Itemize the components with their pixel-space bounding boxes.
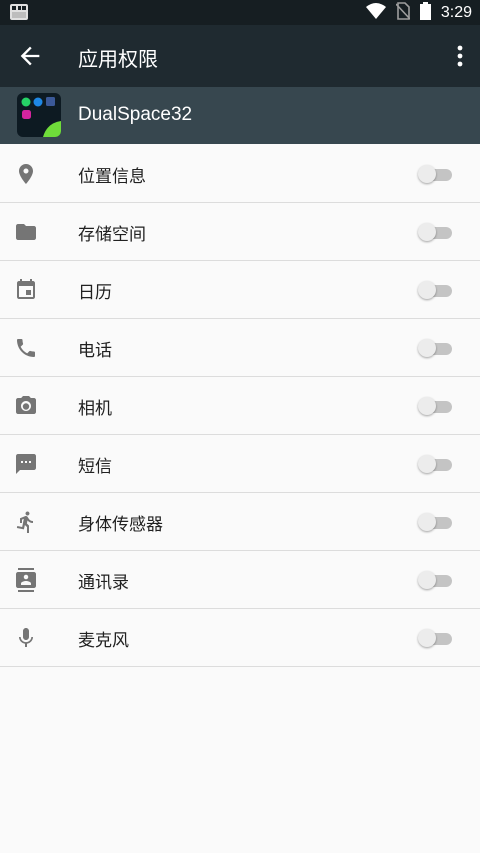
permission-label: 位置信息 [78,167,146,187]
page-title: 应用权限 [78,47,158,71]
no-sim-icon [395,1,411,24]
calendar-icon [14,278,38,302]
folder-icon [14,220,38,244]
permission-row-phone[interactable]: 电话 [0,319,480,377]
more-options-icon[interactable] [454,44,466,68]
toolbar: 应用权限 [0,25,480,87]
permission-label: 身体传感器 [78,515,163,535]
permission-label: 相机 [78,399,112,419]
app-icon [17,93,61,137]
permission-label: 电话 [78,341,112,361]
location-toggle[interactable] [418,165,452,183]
permission-row-body-sensors[interactable]: 身体传感器 [0,493,480,551]
permission-row-sms[interactable]: 短信 [0,435,480,493]
storage-toggle[interactable] [418,223,452,241]
sms-toggle[interactable] [418,455,452,473]
sms-icon [14,452,38,476]
app-header: DualSpace32 [0,87,480,144]
permissions-list: 位置信息 存储空间 日历 电话 相机 短信 身体传感器 通讯录 麦克风 [0,145,480,667]
permission-label: 短信 [78,457,112,477]
notification-app-icon [10,4,28,24]
contacts-toggle[interactable] [418,571,452,589]
permission-row-location[interactable]: 位置信息 [0,145,480,203]
permission-label: 麦克风 [78,631,129,651]
permission-label: 日历 [78,283,112,303]
back-arrow-icon[interactable] [16,42,44,70]
permission-label: 通讯录 [78,573,129,593]
permission-row-storage[interactable]: 存储空间 [0,203,480,261]
permission-row-calendar[interactable]: 日历 [0,261,480,319]
app-name: DualSpace32 [78,104,193,125]
status-time: 3:29 [440,3,472,21]
permission-row-contacts[interactable]: 通讯录 [0,551,480,609]
microphone-icon [14,626,38,650]
contacts-icon [14,568,38,592]
body-sensor-icon [14,510,38,534]
camera-icon [14,394,38,418]
battery-icon [419,1,431,24]
body-sensors-toggle[interactable] [418,513,452,531]
permission-row-camera[interactable]: 相机 [0,377,480,435]
status-bar: 3:29 [0,0,480,25]
microphone-toggle[interactable] [418,629,452,647]
location-icon [14,162,38,186]
permission-row-microphone[interactable]: 麦克风 [0,609,480,667]
wifi-icon [365,2,386,23]
phone-toggle[interactable] [418,339,452,357]
permission-label: 存储空间 [78,225,146,245]
calendar-toggle[interactable] [418,281,452,299]
phone-icon [14,336,38,360]
camera-toggle[interactable] [418,397,452,415]
